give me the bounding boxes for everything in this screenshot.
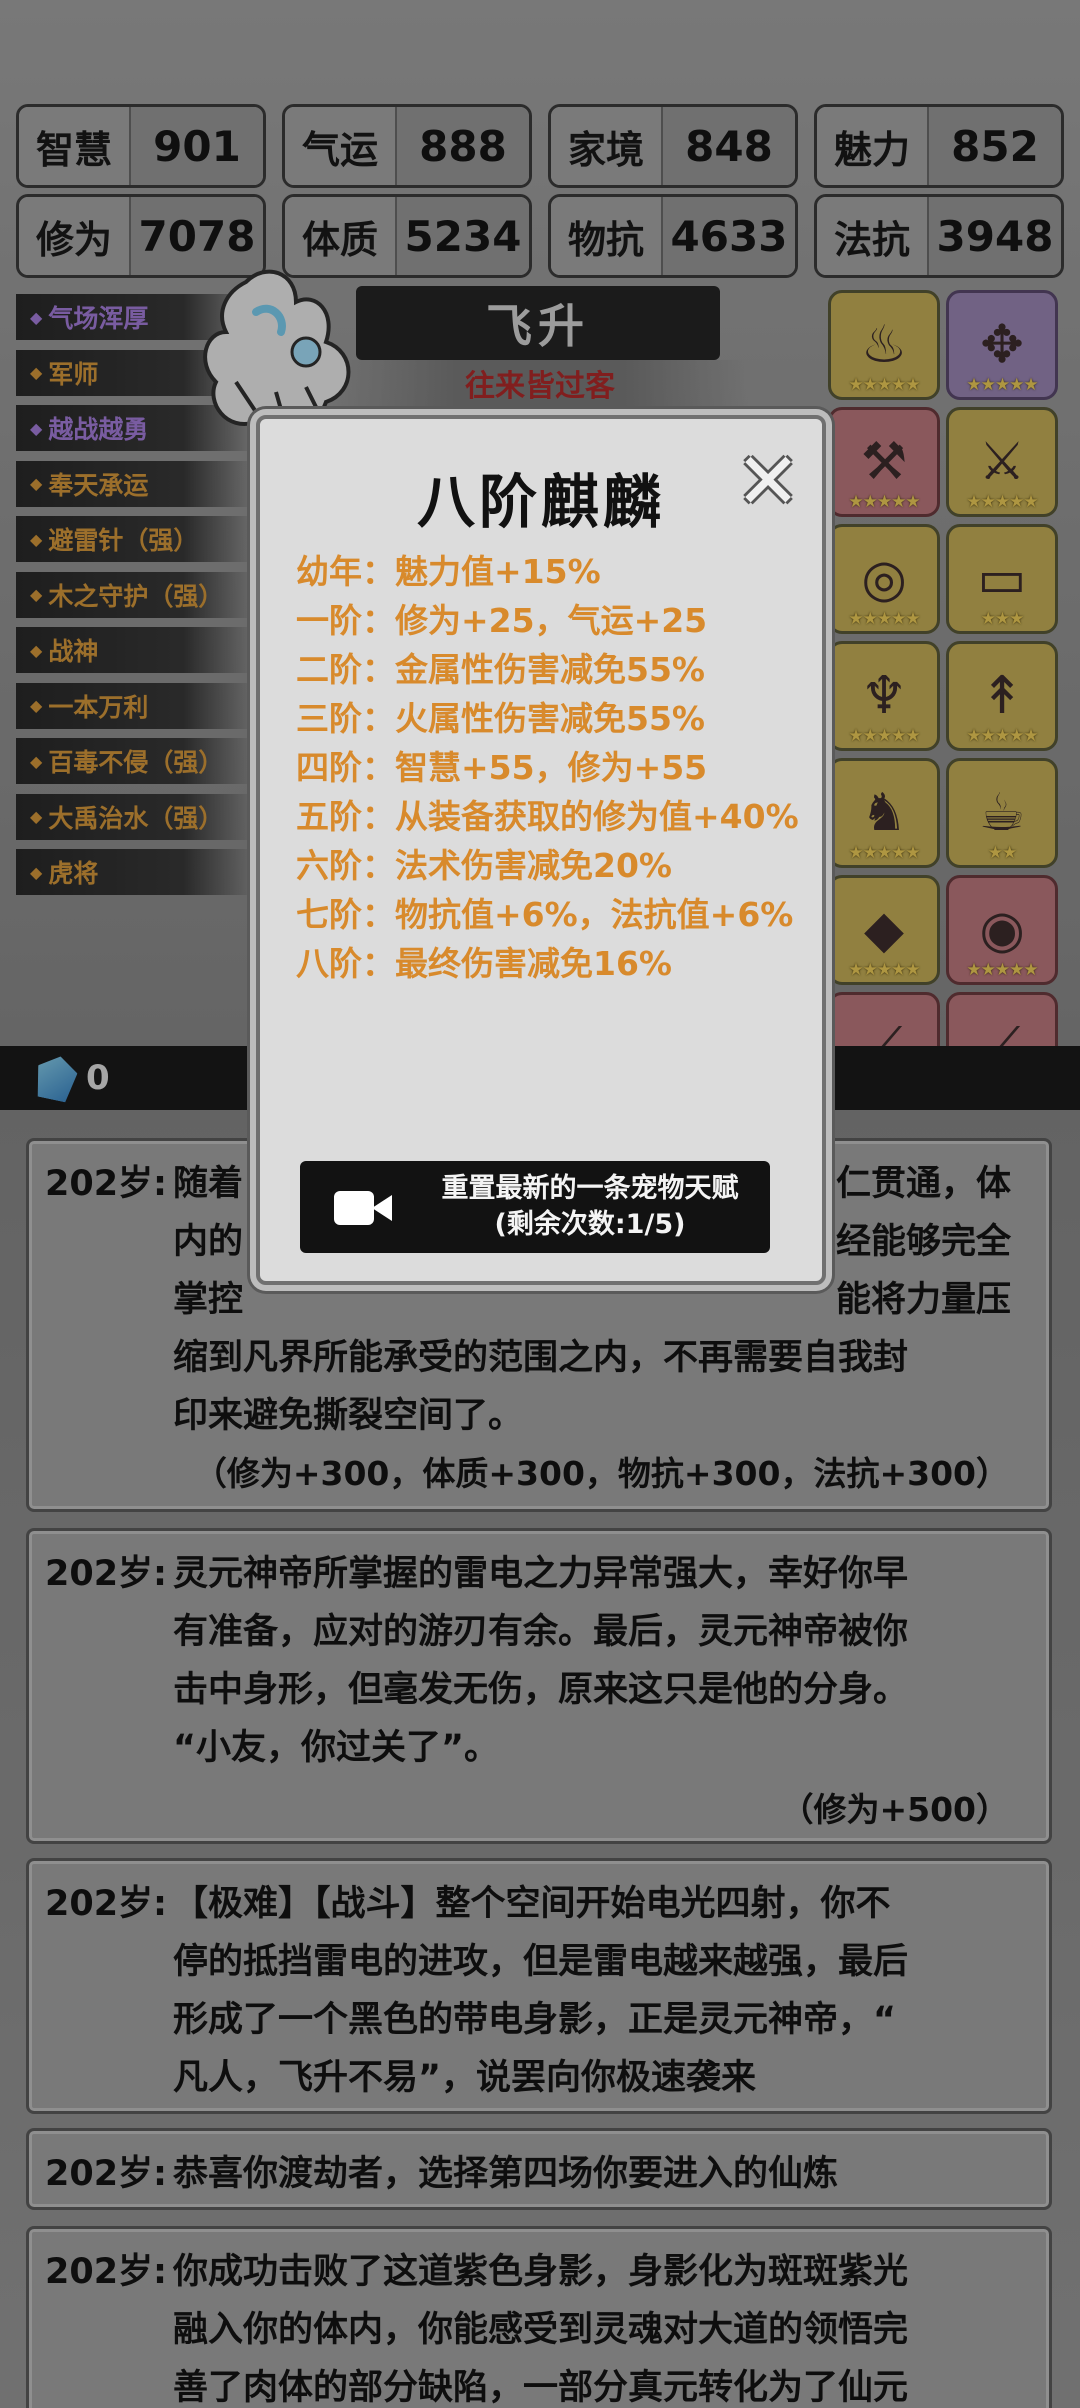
pet-talent-line: 六阶：法术伤害减免20% xyxy=(296,846,672,885)
video-camera-icon xyxy=(334,1187,392,1227)
pet-talent-lines: 幼年：魅力值+15% 一阶：修为+25，气运+25 二阶：金属性伤害减免55% 三阶：… xyxy=(296,547,800,988)
pet-talent-line: 八阶：最终伤害减免16% xyxy=(296,944,672,983)
pet-talent-dialog: 八阶麒麟 ✕ 幼年：魅力值+15% 一阶：修为+25，气运+25 二阶：金属性伤害减… xyxy=(256,415,826,1285)
reset-remaining-count: (剩余次数:1/5) xyxy=(494,1209,686,1240)
pet-talent-line: 二阶：金属性伤害减免55% xyxy=(296,650,705,689)
pet-talent-line: 四阶：智慧+55，修为+55 xyxy=(296,748,708,787)
pet-talent-line: 幼年：魅力值+15% xyxy=(296,552,601,591)
pet-talent-line: 七阶：物抗值+6%，法抗值+6% xyxy=(296,895,794,934)
pet-talent-line: 一阶：修为+25，气运+25 xyxy=(296,601,708,640)
pet-talent-line: 三阶：火属性伤害减免55% xyxy=(296,699,705,738)
reset-talent-button[interactable]: 重置最新的一条宠物天赋 (剩余次数:1/5) xyxy=(300,1161,770,1253)
pet-talent-line: 五阶：从装备获取的修为值+40% xyxy=(296,797,799,836)
close-icon[interactable]: ✕ xyxy=(734,443,802,521)
reset-button-label: 重置最新的一条宠物天赋 xyxy=(441,1173,739,1204)
